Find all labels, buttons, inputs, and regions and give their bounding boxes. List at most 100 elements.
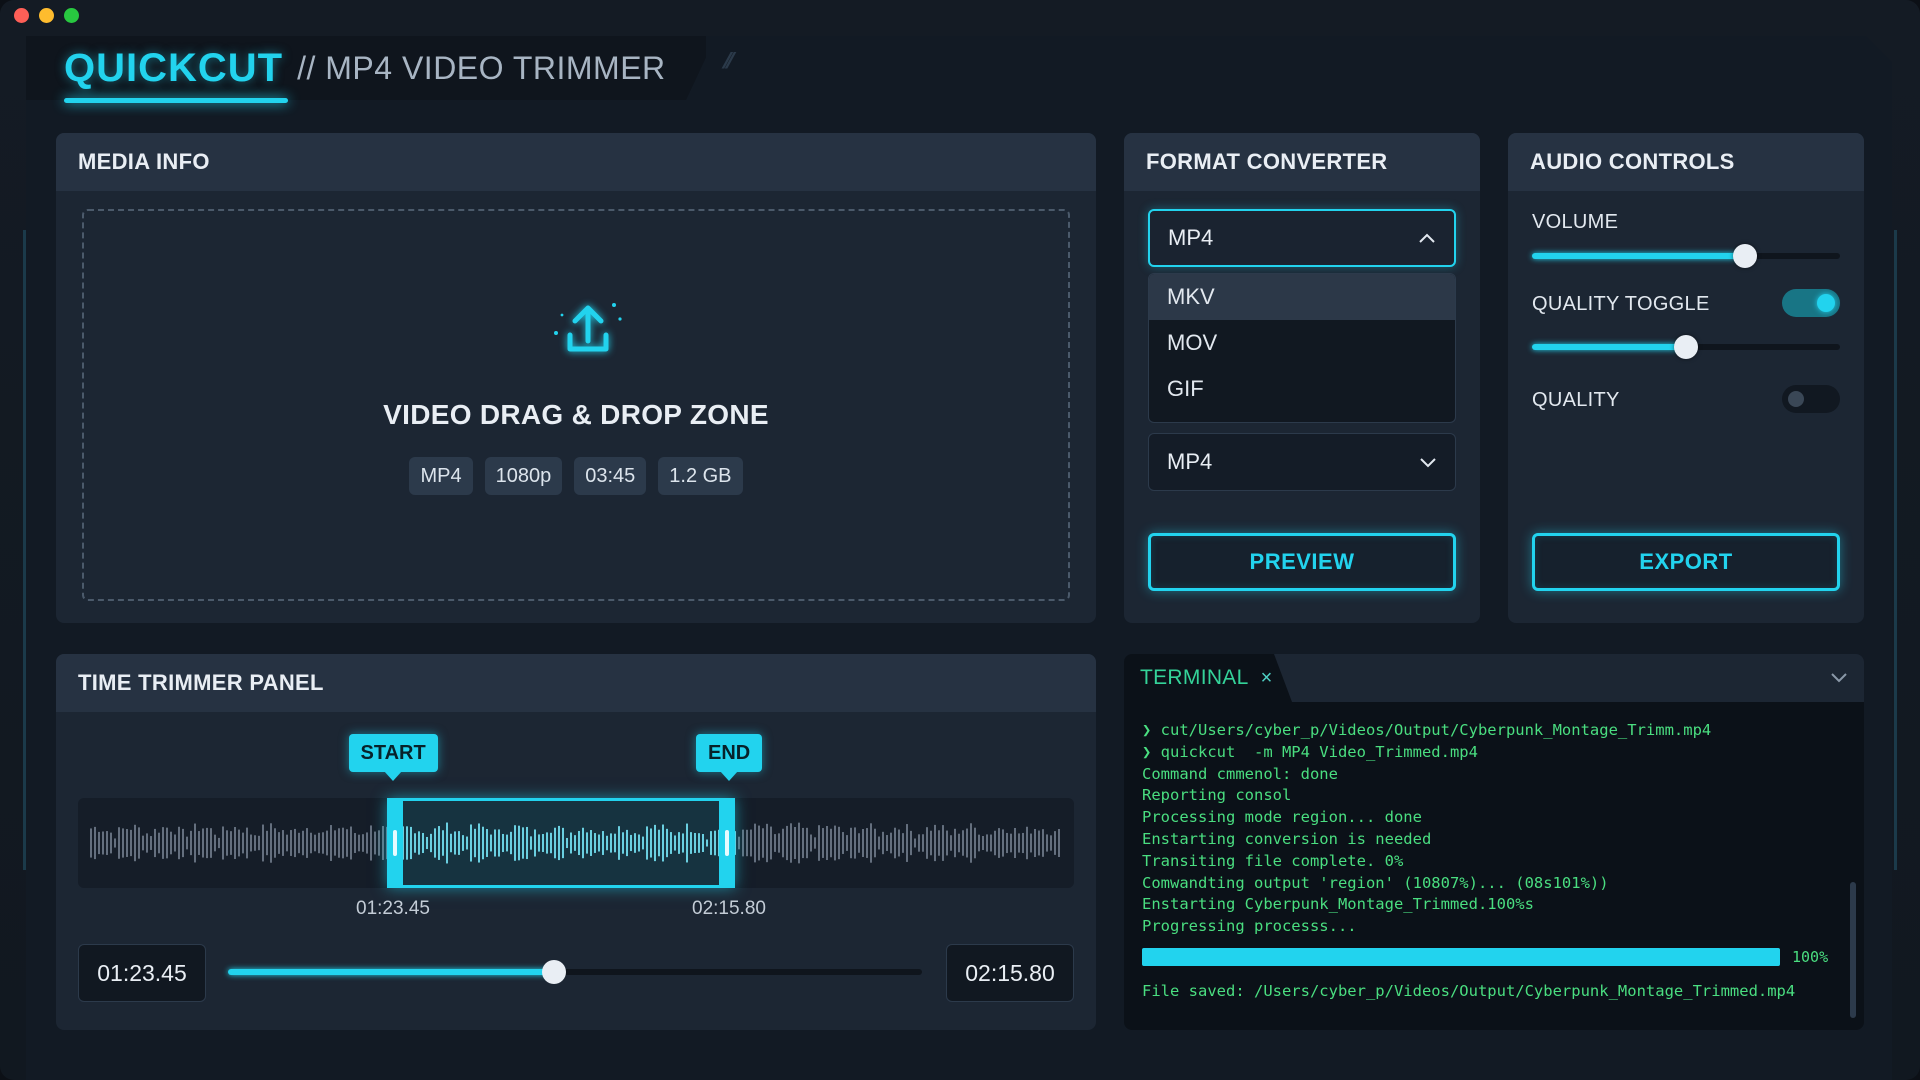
waveform-bar bbox=[1014, 827, 1016, 859]
waveform-bar bbox=[962, 830, 964, 856]
waveform-bar bbox=[890, 832, 892, 854]
playhead-slider[interactable] bbox=[228, 960, 922, 984]
quality-slider[interactable] bbox=[1532, 335, 1840, 359]
app-subtitle: // MP4 VIDEO TRIMMER bbox=[297, 49, 666, 86]
output-format-select[interactable]: MP4 bbox=[1148, 433, 1456, 491]
waveform-bar bbox=[738, 836, 740, 850]
terminal-line: Progressing processs... bbox=[1142, 917, 1357, 936]
waveform-bar bbox=[286, 834, 288, 852]
app-title: QUICKCUT // MP4 VIDEO TRIMMER bbox=[64, 44, 666, 92]
waveform-bar bbox=[206, 827, 208, 859]
terminal-tab[interactable]: TERMINAL × bbox=[1124, 654, 1292, 702]
terminal-line: Command cmmenol: done bbox=[1142, 764, 1338, 783]
maximize-window-button[interactable] bbox=[64, 8, 79, 23]
chevron-down-icon[interactable] bbox=[1828, 666, 1850, 688]
waveform-bar bbox=[242, 832, 244, 854]
waveform-bar bbox=[102, 831, 104, 855]
waveform-bar bbox=[266, 830, 268, 856]
waveform-bar bbox=[930, 830, 932, 856]
quality-switch[interactable] bbox=[1782, 385, 1840, 413]
waveform-bar bbox=[202, 828, 204, 858]
terminal-tab-label: TERMINAL bbox=[1140, 666, 1249, 689]
media-info-header: MEDIA INFO bbox=[56, 133, 1096, 191]
waveform-bar bbox=[946, 830, 948, 856]
waveform-bar bbox=[846, 835, 848, 851]
waveform-bar bbox=[294, 828, 296, 858]
waveform-bar bbox=[926, 827, 928, 859]
waveform-bar bbox=[106, 831, 108, 855]
waveform-bar bbox=[246, 827, 248, 859]
waveform-bar bbox=[1050, 835, 1052, 851]
waveform-bar bbox=[282, 830, 284, 856]
playhead-knob[interactable] bbox=[542, 960, 566, 984]
export-button[interactable]: EXPORT bbox=[1532, 533, 1840, 591]
waveform-bar bbox=[742, 829, 744, 857]
minimize-window-button[interactable] bbox=[39, 8, 54, 23]
waveform-bar bbox=[830, 828, 832, 858]
waveform-bar bbox=[798, 822, 800, 864]
volume-label: VOLUME bbox=[1532, 211, 1619, 233]
chevron-down-icon bbox=[1420, 458, 1436, 468]
brand-name: QUICKCUT bbox=[64, 45, 284, 90]
waveform-bar bbox=[834, 825, 836, 861]
end-marker[interactable]: END bbox=[696, 734, 763, 781]
format-option-mkv[interactable]: MKV bbox=[1149, 274, 1455, 320]
video-drop-zone[interactable]: VIDEO DRAG & DROP ZONE MP4 1080p 03:45 1… bbox=[82, 209, 1070, 601]
waveform-bar bbox=[842, 832, 844, 854]
waveform-bar bbox=[174, 834, 176, 852]
format-option-mov[interactable]: MOV bbox=[1149, 320, 1455, 366]
audio-controls-header: AUDIO CONTROLS bbox=[1508, 133, 1864, 191]
close-window-button[interactable] bbox=[14, 8, 29, 23]
waveform-bar bbox=[914, 838, 916, 848]
terminal-saved-line: File saved: /Users/cyber_p/Videos/Output… bbox=[1142, 982, 1796, 1000]
waveform-bar bbox=[382, 826, 384, 860]
quality-toggle-switch[interactable] bbox=[1782, 289, 1840, 317]
end-time-input[interactable]: 02:15.80 bbox=[946, 944, 1074, 1002]
format-select-open[interactable]: MP4 bbox=[1148, 209, 1456, 267]
waveform-bar bbox=[918, 834, 920, 852]
format-option-gif[interactable]: GIF bbox=[1149, 366, 1455, 412]
waveform-bar bbox=[818, 825, 820, 861]
waveform-bar bbox=[826, 825, 828, 861]
trim-start-handle[interactable] bbox=[387, 798, 403, 888]
waveform-bar bbox=[122, 828, 124, 858]
waveform-bar bbox=[222, 826, 224, 860]
waveform-bar bbox=[966, 828, 968, 858]
toggle-knob bbox=[1817, 294, 1835, 312]
close-icon[interactable]: × bbox=[1261, 667, 1273, 690]
terminal-line: ❯ quickcut -m MP4 Video_Trimmed.mp4 bbox=[1142, 742, 1478, 761]
volume-slider-knob[interactable] bbox=[1733, 244, 1757, 268]
waveform-bar bbox=[114, 838, 116, 848]
waveform-bar bbox=[338, 828, 340, 858]
waveform-bar bbox=[150, 836, 152, 850]
trim-end-handle[interactable] bbox=[719, 798, 735, 888]
waveform-bar bbox=[90, 828, 92, 858]
preview-button[interactable]: PREVIEW bbox=[1148, 533, 1456, 591]
waveform-bar bbox=[274, 828, 276, 858]
terminal-scrollbar[interactable] bbox=[1850, 882, 1856, 1018]
waveform-bar bbox=[950, 835, 952, 851]
waveform-bar bbox=[802, 827, 804, 859]
waveform-bar bbox=[126, 829, 128, 857]
terminal-line: Enstarting conversion is needed bbox=[1142, 829, 1432, 848]
waveform-bar bbox=[870, 823, 872, 863]
waveform-bar bbox=[254, 835, 256, 851]
start-marker[interactable]: START bbox=[348, 734, 438, 781]
quality-slider-knob[interactable] bbox=[1674, 335, 1698, 359]
waveform-bar bbox=[198, 831, 200, 855]
format-converter-header: FORMAT CONVERTER bbox=[1124, 133, 1480, 191]
waveform-bar bbox=[170, 831, 172, 855]
volume-slider[interactable] bbox=[1532, 244, 1840, 268]
waveform-bar bbox=[1054, 831, 1056, 855]
volume-slider-fill bbox=[1532, 253, 1745, 259]
resolution-chip: 1080p bbox=[484, 457, 563, 495]
trim-selection[interactable] bbox=[387, 798, 735, 888]
waveform-bar bbox=[902, 833, 904, 853]
waveform-bar bbox=[990, 834, 992, 852]
waveform-bar bbox=[1006, 832, 1008, 854]
waveform-bar bbox=[810, 834, 812, 852]
start-time-label: 01:23.45 bbox=[356, 898, 430, 919]
start-time-input[interactable]: 01:23.45 bbox=[78, 944, 206, 1002]
waveform-bar bbox=[250, 834, 252, 852]
waveform-bar bbox=[298, 832, 300, 854]
